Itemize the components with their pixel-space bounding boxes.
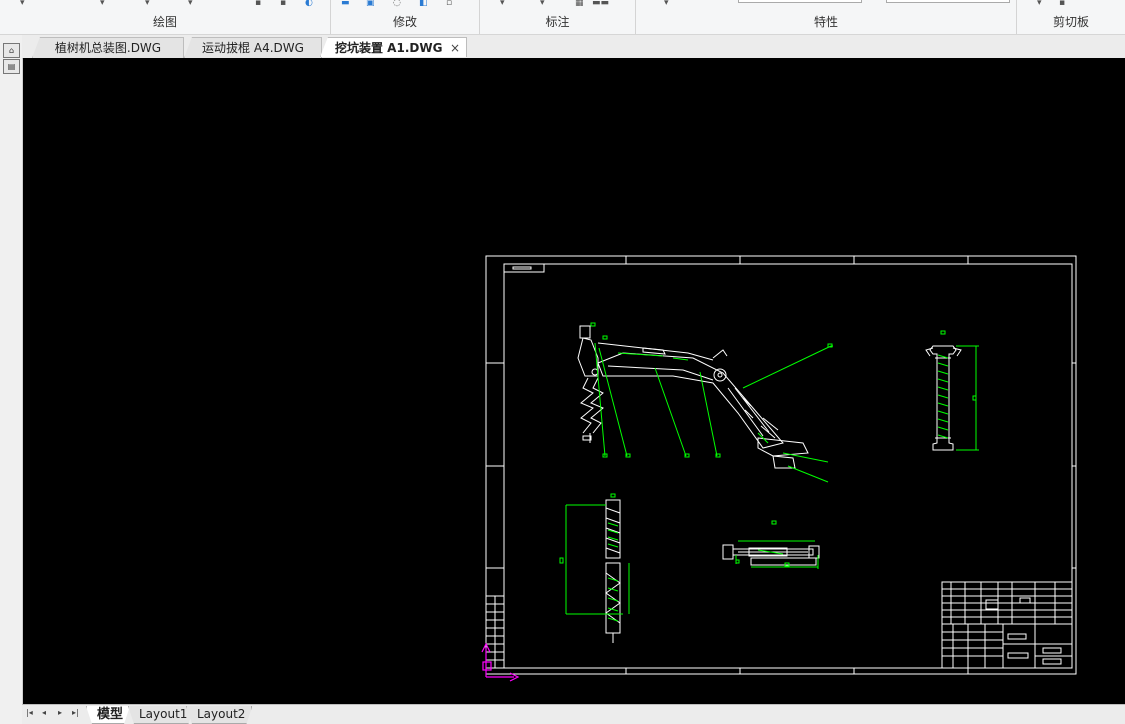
tool-palette-icon[interactable]: ⌂ [3,43,20,58]
move-tool-icon[interactable]: ▬ [341,0,351,8]
revision-table [485,595,505,669]
ucs-icon [481,642,520,682]
doc-tab-digging-device[interactable]: 挖坑装置 A1.DWG × [320,37,467,57]
title-block [941,581,1073,669]
ribbon-group-label-clipboard: 剪切板 [1052,15,1089,29]
layout-tab-layout1[interactable]: Layout1 [128,706,194,724]
ribbon-group-draw: ▾ ▾ ▾ ▾ ⌒ ▪ ▪ ◐ 绘图 [0,0,331,34]
doc-tab-tree-planter-assembly[interactable]: 植树机总装图.DWG [32,37,184,58]
linetype-combo[interactable] [738,0,862,3]
chevron-down-icon[interactable]: ▾ [145,0,155,8]
chevron-down-icon[interactable]: ▾ [540,0,550,8]
hatch-fills [607,352,949,622]
table-tool-icon[interactable]: ▦ [575,0,585,8]
doc-tab-label: 挖坑装置 A1.DWG [335,41,443,55]
block-tool-icon[interactable]: ▪ [280,0,290,8]
doc-tab-label: 植树机总装图.DWG [54,41,162,55]
chevron-down-icon[interactable]: ▾ [500,0,510,8]
horizontal-shaft-view [722,544,820,566]
drawing-canvas[interactable] [23,58,1125,704]
paste-special-icon[interactable]: ▪ [1059,0,1069,8]
ribbon-group-label-properties: 特性 [813,15,838,29]
rotate-tool-icon[interactable]: ◌ [393,0,403,8]
lineweight-combo[interactable] [886,0,1010,3]
ribbon-group-annotate: ▾ ▾ ▦ ▬▬ 标注 [480,0,636,34]
leader-lines [594,342,833,483]
doc-tab-motion-rod[interactable]: 运动拔棍 A4.DWG [184,37,322,58]
chevron-down-icon[interactable]: ▾ [100,0,110,8]
layers-panel-icon[interactable]: ▤ [3,59,20,74]
layout-tab-label: 模型 [97,707,124,722]
previous-layout-icon[interactable]: ◂ [42,708,46,717]
first-layout-icon[interactable]: |◂ [26,708,33,717]
ribbon-group-label-modify: 修改 [392,15,417,29]
ribbon: ▾ ▾ ▾ ▾ ⌒ ▪ ▪ ◐ 绘图 ▬ ▣ ◌ ◧ ▫ 修改 ▾ ▾ ▦ ▬▬… [0,0,1125,35]
ribbon-group-modify: ▬ ▣ ◌ ◧ ▫ 修改 [331,0,480,34]
drawing-code-box [503,263,545,273]
chevron-down-icon[interactable]: ▾ [20,0,30,8]
layout-tab-bar: |◂ ◂ ▸ ▸| 模型 Layout1 Layout2 [22,704,1125,724]
layout-tab-model[interactable]: 模型 [86,706,130,724]
layout-tab-label: Layout1 [139,707,188,721]
close-icon[interactable]: × [450,38,460,57]
ribbon-group-clipboard: ▾ ▪ 剪切板 [1017,0,1125,34]
last-layout-icon[interactable]: ▸| [72,708,79,717]
copy-tool-icon[interactable]: ▣ [366,0,376,8]
globe-tool-icon[interactable]: ◐ [305,0,315,8]
ribbon-group-label-annotate: 标注 [545,15,570,29]
left-tool-strip: ⌂ ▤ [0,35,23,723]
chevron-down-icon[interactable]: ▾ [188,0,198,8]
arm-assembly-view [577,325,809,469]
coordinate-tool-icon[interactable]: ▬▬ [592,0,622,8]
ribbon-group-label-draw: 绘图 [152,15,177,29]
balloon-markers [590,322,946,525]
hatch-tool-icon[interactable]: ▪ [255,0,265,8]
shaft-section-view [925,345,962,451]
layout-tab-layout2[interactable]: Layout2 [186,706,252,724]
chevron-down-icon[interactable]: ▾ [1037,0,1047,8]
mirror-tool-icon[interactable]: ◧ [419,0,429,8]
scale-tool-icon[interactable]: ▫ [446,0,456,8]
zone-ticks [486,256,1076,674]
doc-tab-label: 运动拔棍 A4.DWG [202,41,304,55]
layout-tab-label: Layout2 [197,707,246,721]
sheet-outer-border [485,255,1077,675]
drill-bit-detail-view [605,499,621,643]
drawing-svg [481,255,1077,682]
next-layout-icon[interactable]: ▸ [58,708,62,717]
dimension-lines [559,345,979,615]
ribbon-group-properties: ▾ 特性 [636,0,1017,34]
chevron-down-icon[interactable]: ▾ [664,0,674,8]
arc-tool-icon[interactable]: ⌒ [215,0,225,8]
document-tab-bar: 植树机总装图.DWG 运动拔棍 A4.DWG 挖坑装置 A1.DWG × [22,35,1125,59]
